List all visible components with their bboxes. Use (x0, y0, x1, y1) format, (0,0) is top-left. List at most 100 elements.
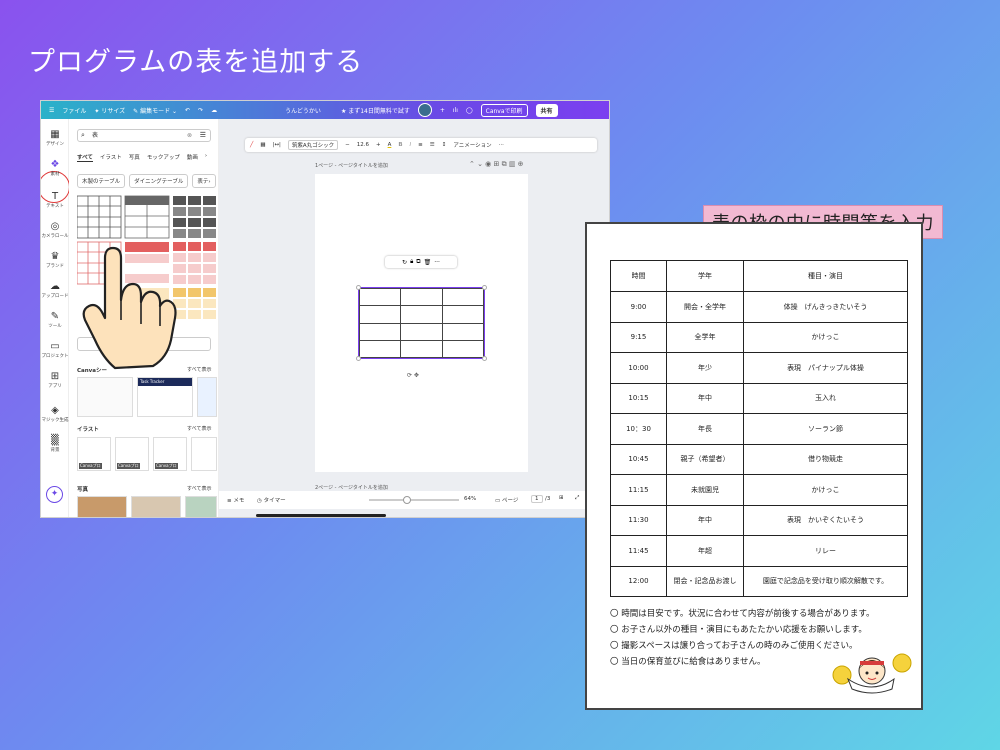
edit-mode-button[interactable]: ✎ 編集モード ⌄ (133, 106, 177, 115)
see-all-illustrations[interactable]: すべて表示 (187, 425, 211, 432)
share-button[interactable]: 共有 (535, 103, 558, 117)
photo-thumb-1[interactable] (77, 496, 127, 517)
memo-button[interactable]: ≡ メモ (227, 496, 244, 504)
add-user-icon[interactable]: + (440, 107, 445, 114)
table-row: 9:15 全学年 かけっこ (610, 321, 908, 353)
more-icon[interactable]: ··· (434, 259, 440, 266)
see-all-templates[interactable]: すべて表示 (187, 366, 211, 373)
element-floating-toolbar: ↻ 🔒︎ ⧉ 🗑︎ ··· (385, 256, 457, 268)
illustration-thumb-4[interactable] (191, 437, 217, 471)
pen-icon: ✎ (50, 311, 60, 322)
font-size-increase[interactable]: + (376, 142, 381, 148)
page-number[interactable]: 1 (531, 495, 543, 503)
lock-icon[interactable]: 🔒︎ (410, 258, 413, 266)
document-title[interactable]: うんどうかい (285, 106, 321, 115)
illustration-thumb-3[interactable]: Canvaプロ (153, 437, 187, 471)
timer-button[interactable]: ◷ タイマー (257, 496, 286, 504)
search-input[interactable]: ⌕ 表 ⊗ ☰ (77, 129, 211, 142)
tab-all[interactable]: すべて (77, 153, 93, 162)
resize-handle[interactable] (482, 285, 487, 290)
menu-icon[interactable]: ☰ (49, 107, 54, 114)
border-color-icon[interactable]: ╱ (250, 142, 253, 148)
brand-icon: ♛ (50, 251, 60, 262)
see-all-photos[interactable]: すべて表示 (187, 485, 211, 492)
upload-icon: ☁ (50, 281, 60, 292)
font-select[interactable]: 筑紫A丸ゴシック (287, 140, 339, 150)
page1-title[interactable]: 1ページ - ページタイトルを追加 (315, 162, 388, 169)
zoom-slider[interactable] (369, 499, 459, 501)
rail-text[interactable]: T テキスト (41, 191, 69, 209)
rail-elements[interactable]: ❖ 素材 (41, 159, 69, 177)
duplicate-icon[interactable]: ⧉ (416, 258, 420, 266)
filter-icon[interactable]: ☰ (200, 130, 206, 141)
fullscreen-icon[interactable]: ⤢ (575, 495, 579, 502)
rail-magic[interactable]: ◈ マジック生成 (41, 405, 69, 423)
grid-view-icon[interactable]: ⊞ (559, 495, 564, 501)
resize-handle[interactable] (356, 356, 361, 361)
photo-thumb-2[interactable] (131, 496, 181, 517)
comment-icon[interactable]: ◯ (466, 107, 473, 114)
chip-more[interactable]: 表テ› (192, 174, 216, 188)
page2-title[interactable]: 2ページ - ページタイトルを追加 (315, 484, 388, 491)
home-indicator (256, 514, 386, 517)
align-icon[interactable]: ≡ (418, 142, 423, 148)
italic-icon[interactable]: I (410, 142, 412, 148)
suggestion-chips: 木製のテーブル ダイニングテーブル 表テ› (77, 174, 216, 188)
zoom-level[interactable]: 64% (464, 496, 476, 502)
rail-background[interactable]: ▒ 背景 (41, 435, 69, 453)
resize-handle[interactable] (356, 285, 361, 290)
more-options-icon[interactable]: ··· (499, 142, 504, 148)
font-size-decrease[interactable]: − (345, 142, 350, 148)
tab-illustration[interactable]: イラスト (100, 153, 122, 162)
photo-thumb-3[interactable] (185, 496, 217, 517)
rail-apps[interactable]: ⊞ アプリ (41, 371, 69, 389)
search-icon: ⌕ (81, 131, 85, 139)
spacing-icon[interactable]: |↔| (273, 142, 281, 148)
page-controls[interactable]: ⌃ ⌄ ◉ ⊞ ⧉ ▥ ⊕ (469, 160, 524, 169)
insights-icon[interactable]: ılı (453, 107, 458, 114)
clear-icon[interactable]: ⊗ (187, 130, 192, 141)
template-thumb-1[interactable] (77, 377, 133, 417)
bold-icon[interactable]: B (398, 142, 402, 148)
resize-button[interactable]: ✦ リサイズ (94, 106, 125, 115)
rail-uploads[interactable]: ☁ アップロード (41, 281, 69, 299)
pages-button[interactable]: ▭ ページ (495, 496, 518, 504)
template-thumb-2[interactable]: Task Tracker (137, 377, 193, 417)
template-thumb-3[interactable] (197, 377, 217, 417)
chip-wooden-table[interactable]: 木製のテーブル (77, 174, 126, 188)
avatar[interactable] (417, 103, 432, 117)
tab-photo[interactable]: 写真 (129, 153, 140, 162)
selected-table[interactable] (358, 287, 485, 359)
tab-video[interactable]: 動画 (187, 153, 198, 162)
rail-projects[interactable]: ▭ プロジェクト (41, 341, 69, 359)
undo-icon[interactable]: ↶ (185, 107, 190, 114)
rail-camera-roll[interactable]: ◎ カメラロール (41, 221, 69, 239)
table-style-icon[interactable]: ▦ (260, 142, 265, 148)
rail-brand[interactable]: ♛ ブランド (41, 251, 69, 269)
magic-assistant-icon[interactable]: ✦ (46, 486, 63, 503)
illustration-thumb-2[interactable]: Canvaプロ (115, 437, 149, 471)
rail-tools[interactable]: ✎ ツール (41, 311, 69, 329)
resize-handle[interactable] (482, 356, 487, 361)
print-button[interactable]: Canvaで印刷 (480, 103, 528, 117)
font-size-value[interactable]: 12.6 (357, 142, 369, 148)
redo-icon[interactable]: ↷ (198, 107, 203, 114)
animation-button[interactable]: アニメーション (453, 141, 491, 149)
trial-button[interactable]: ★ まず14日間無料で試す (341, 106, 410, 115)
table-row: 10:00 年少 表現 パイナップル体操 (610, 352, 908, 384)
zoom-slider-knob[interactable] (403, 496, 411, 504)
rotate-move-icons[interactable]: ⟳ ✥ (407, 372, 419, 379)
file-menu[interactable]: ファイル (62, 106, 86, 115)
chip-dining-table[interactable]: ダイニングテーブル (129, 174, 189, 188)
delete-icon[interactable]: 🗑︎ (424, 259, 432, 266)
illustration-thumb-1[interactable]: Canvaプロ (77, 437, 111, 471)
text-color-icon[interactable]: A (388, 142, 392, 148)
line-spacing-icon[interactable]: ↕ (442, 142, 447, 148)
editor-toolbar: ╱ ▦ |↔| 筑紫A丸ゴシック − 12.6 + A B I ≡ ☰ ↕ アニ… (245, 138, 597, 152)
list-icon[interactable]: ☰ (430, 142, 435, 148)
rail-design[interactable]: ▦ デザイン (41, 129, 69, 147)
tab-more[interactable]: › (205, 153, 207, 162)
rotate-icon[interactable]: ↻ (402, 259, 407, 266)
canvas-area: ╱ ▦ |↔| 筑紫A丸ゴシック − 12.6 + A B I ≡ ☰ ↕ アニ… (219, 119, 609, 517)
tab-mockup[interactable]: モックアップ (147, 153, 180, 162)
